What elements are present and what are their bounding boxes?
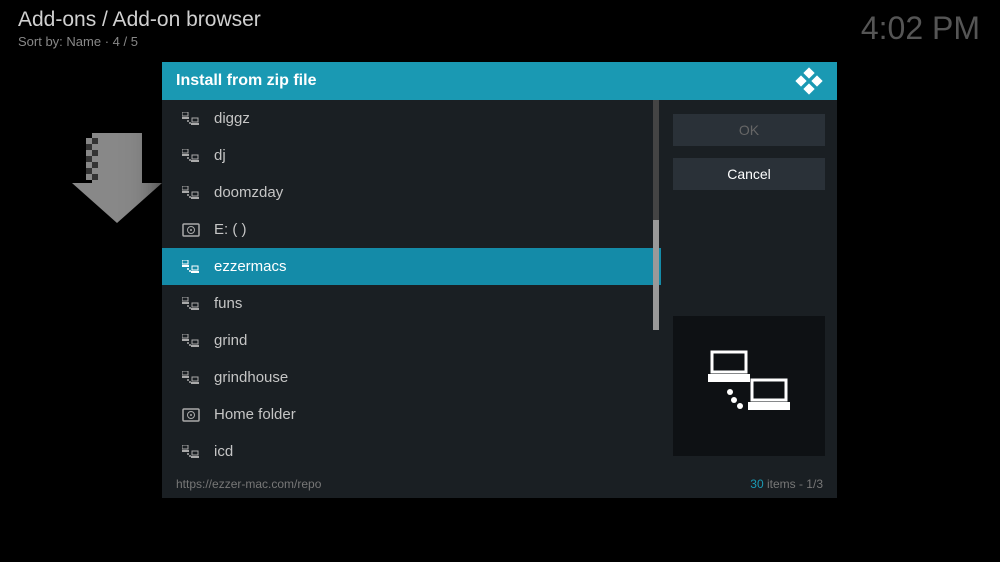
drive-icon [182,408,200,422]
network-source-icon [704,346,794,426]
file-item[interactable]: icd [162,433,661,470]
kodi-logo-icon [795,67,823,95]
network-icon [182,297,200,311]
file-item-label: dj [214,147,226,164]
file-item-label: diggz [214,110,250,127]
dialog-footer: https://ezzer-mac.com/repo 30 items - 1/… [162,470,837,498]
file-item-label: funs [214,295,242,312]
file-item-label: ezzermacs [214,258,287,275]
file-item[interactable]: grind [162,322,661,359]
preview-box [673,316,825,456]
file-item[interactable]: ezzermacs [162,248,661,285]
file-item-label: icd [214,443,233,460]
file-item[interactable]: grindhouse [162,359,661,396]
file-item[interactable]: E: ( ) [162,211,661,248]
footer-items: 30 items - 1/3 [750,477,823,491]
file-item-label: grindhouse [214,369,288,386]
file-item-label: Home folder [214,406,296,423]
sort-info: Sort by: Name · 4 / 5 [18,34,261,49]
footer-url: https://ezzer-mac.com/repo [176,477,321,491]
cancel-button[interactable]: Cancel [673,158,825,190]
network-icon [182,112,200,126]
scrollbar-track [653,100,659,220]
zip-download-icon [72,128,162,228]
dialog-title: Install from zip file [176,72,316,90]
network-icon [182,260,200,274]
file-item[interactable]: funs [162,285,661,322]
file-item-label: E: ( ) [214,221,247,238]
network-icon [182,186,200,200]
file-item[interactable]: diggz [162,100,661,137]
network-icon [182,445,200,459]
breadcrumb: Add-ons / Add-on browser [18,8,261,32]
install-zip-dialog: Install from zip file diggz dj doomzday E: … [162,62,837,498]
file-item[interactable]: dj [162,137,661,174]
drive-icon [182,223,200,237]
clock: 4:02 PM [861,10,980,47]
file-item-label: doomzday [214,184,283,201]
dialog-header: Install from zip file [162,62,837,100]
file-item[interactable]: doomzday [162,174,661,211]
file-list[interactable]: diggz dj doomzday E: ( ) ezzermacs funs grind g… [162,100,661,470]
side-panel: OK Cancel [661,100,837,470]
ok-button[interactable]: OK [673,114,825,146]
network-icon [182,334,200,348]
file-item[interactable]: Home folder [162,396,661,433]
network-icon [182,371,200,385]
network-icon [182,149,200,163]
file-item-label: grind [214,332,247,349]
scrollbar-thumb[interactable] [653,220,659,330]
